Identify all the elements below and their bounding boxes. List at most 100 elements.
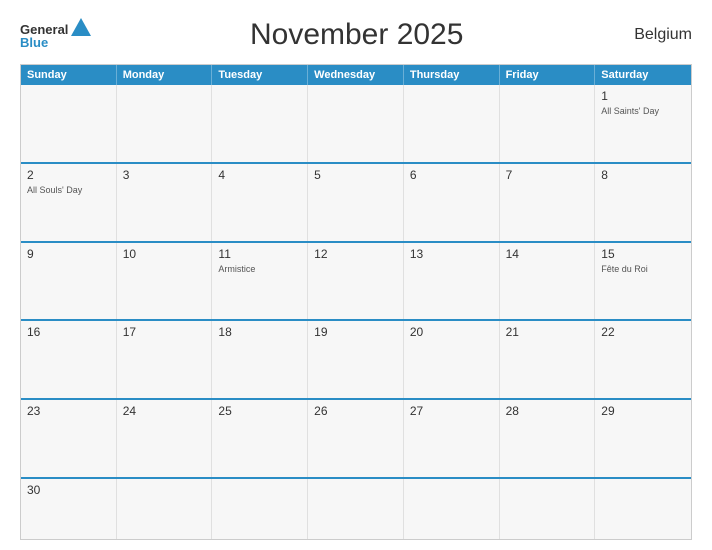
- cell-w5-thu: 27: [404, 400, 500, 477]
- day-21: 21: [506, 325, 589, 339]
- cell-w6-sun: 30: [21, 479, 117, 539]
- cell-w2-mon: 3: [117, 164, 213, 241]
- day-11: 11: [218, 247, 301, 261]
- cell-w4-thu: 20: [404, 321, 500, 398]
- day-7: 7: [506, 168, 589, 182]
- logo-general-text: General: [20, 23, 68, 36]
- day-29: 29: [601, 404, 685, 418]
- day-19: 19: [314, 325, 397, 339]
- logo: General Blue: [20, 22, 91, 49]
- logo-blue-text: Blue: [20, 36, 48, 49]
- cell-w2-fri: 7: [500, 164, 596, 241]
- cell-w3-sat: 15 Fête du Roi: [595, 243, 691, 320]
- header-thursday: Thursday: [404, 65, 500, 85]
- header-saturday: Saturday: [595, 65, 691, 85]
- day-8: 8: [601, 168, 685, 182]
- cell-w6-thu: [404, 479, 500, 539]
- cell-w5-mon: 24: [117, 400, 213, 477]
- cell-w5-sat: 29: [595, 400, 691, 477]
- cell-w2-sun: 2 All Souls' Day: [21, 164, 117, 241]
- day-3: 3: [123, 168, 206, 182]
- week-row-4: 16 17 18 19 20 21 22: [21, 319, 691, 398]
- cell-w3-sun: 9: [21, 243, 117, 320]
- week-row-3: 9 10 11 Armistice 12 13 14: [21, 241, 691, 320]
- cell-w1-thu: [404, 85, 500, 162]
- day-17: 17: [123, 325, 206, 339]
- cell-w6-sat: [595, 479, 691, 539]
- header-sunday: Sunday: [21, 65, 117, 85]
- header-tuesday: Tuesday: [212, 65, 308, 85]
- day-18: 18: [218, 325, 301, 339]
- day-5: 5: [314, 168, 397, 182]
- day-4: 4: [218, 168, 301, 182]
- cell-w3-fri: 14: [500, 243, 596, 320]
- cell-w2-thu: 6: [404, 164, 500, 241]
- cell-w2-sat: 8: [595, 164, 691, 241]
- holiday-armistice: Armistice: [218, 264, 255, 274]
- day-16: 16: [27, 325, 110, 339]
- cell-w4-mon: 17: [117, 321, 213, 398]
- cell-w5-fri: 28: [500, 400, 596, 477]
- day-9: 9: [27, 247, 110, 261]
- page-title: November 2025: [91, 18, 622, 52]
- header-wednesday: Wednesday: [308, 65, 404, 85]
- day-15: 15: [601, 247, 685, 261]
- day-6: 6: [410, 168, 493, 182]
- country-label: Belgium: [622, 26, 692, 44]
- cell-w2-tue: 4: [212, 164, 308, 241]
- day-10: 10: [123, 247, 206, 261]
- week-row-2: 2 All Souls' Day 3 4 5 6 7: [21, 162, 691, 241]
- week-row-5: 23 24 25 26 27 28 29: [21, 398, 691, 477]
- cell-w6-mon: [117, 479, 213, 539]
- cell-w4-tue: 18: [212, 321, 308, 398]
- calendar-header: Sunday Monday Tuesday Wednesday Thursday…: [21, 65, 691, 85]
- cell-w1-fri: [500, 85, 596, 162]
- cell-w6-wed: [308, 479, 404, 539]
- cell-w1-sun: [21, 85, 117, 162]
- day-28: 28: [506, 404, 589, 418]
- cell-w3-mon: 10: [117, 243, 213, 320]
- cell-w4-wed: 19: [308, 321, 404, 398]
- cell-w4-sun: 16: [21, 321, 117, 398]
- day-27: 27: [410, 404, 493, 418]
- header-friday: Friday: [500, 65, 596, 85]
- week-row-1: 1 All Saints' Day: [21, 85, 691, 162]
- logo-triangle-icon: [71, 18, 91, 36]
- cell-w6-fri: [500, 479, 596, 539]
- cell-w4-fri: 21: [500, 321, 596, 398]
- cell-w3-tue: 11 Armistice: [212, 243, 308, 320]
- day-12: 12: [314, 247, 397, 261]
- header: General Blue November 2025 Belgium: [20, 18, 692, 52]
- calendar-body: 1 All Saints' Day 2 All Souls' Day 3 4 5: [21, 85, 691, 539]
- cell-w5-sun: 23: [21, 400, 117, 477]
- holiday-all-souls: All Souls' Day: [27, 185, 82, 195]
- holiday-fete-du-roi: Fête du Roi: [601, 264, 648, 274]
- day-2: 2: [27, 168, 110, 182]
- cell-w1-sat: 1 All Saints' Day: [595, 85, 691, 162]
- page: General Blue November 2025 Belgium Sunda…: [0, 0, 712, 550]
- day-24: 24: [123, 404, 206, 418]
- cell-w3-wed: 12: [308, 243, 404, 320]
- cell-w6-tue: [212, 479, 308, 539]
- week-row-6: 30: [21, 477, 691, 539]
- cell-w1-mon: [117, 85, 213, 162]
- holiday-all-saints: All Saints' Day: [601, 106, 659, 116]
- header-monday: Monday: [117, 65, 213, 85]
- day-25: 25: [218, 404, 301, 418]
- day-13: 13: [410, 247, 493, 261]
- cell-w5-tue: 25: [212, 400, 308, 477]
- calendar: Sunday Monday Tuesday Wednesday Thursday…: [20, 64, 692, 540]
- day-22: 22: [601, 325, 685, 339]
- cell-w1-tue: [212, 85, 308, 162]
- cell-w3-thu: 13: [404, 243, 500, 320]
- day-23: 23: [27, 404, 110, 418]
- cell-w4-sat: 22: [595, 321, 691, 398]
- cell-w1-wed: [308, 85, 404, 162]
- cell-w2-wed: 5: [308, 164, 404, 241]
- day-26: 26: [314, 404, 397, 418]
- day-14: 14: [506, 247, 589, 261]
- day-1: 1: [601, 89, 685, 103]
- cell-w5-wed: 26: [308, 400, 404, 477]
- day-30: 30: [27, 483, 110, 497]
- day-20: 20: [410, 325, 493, 339]
